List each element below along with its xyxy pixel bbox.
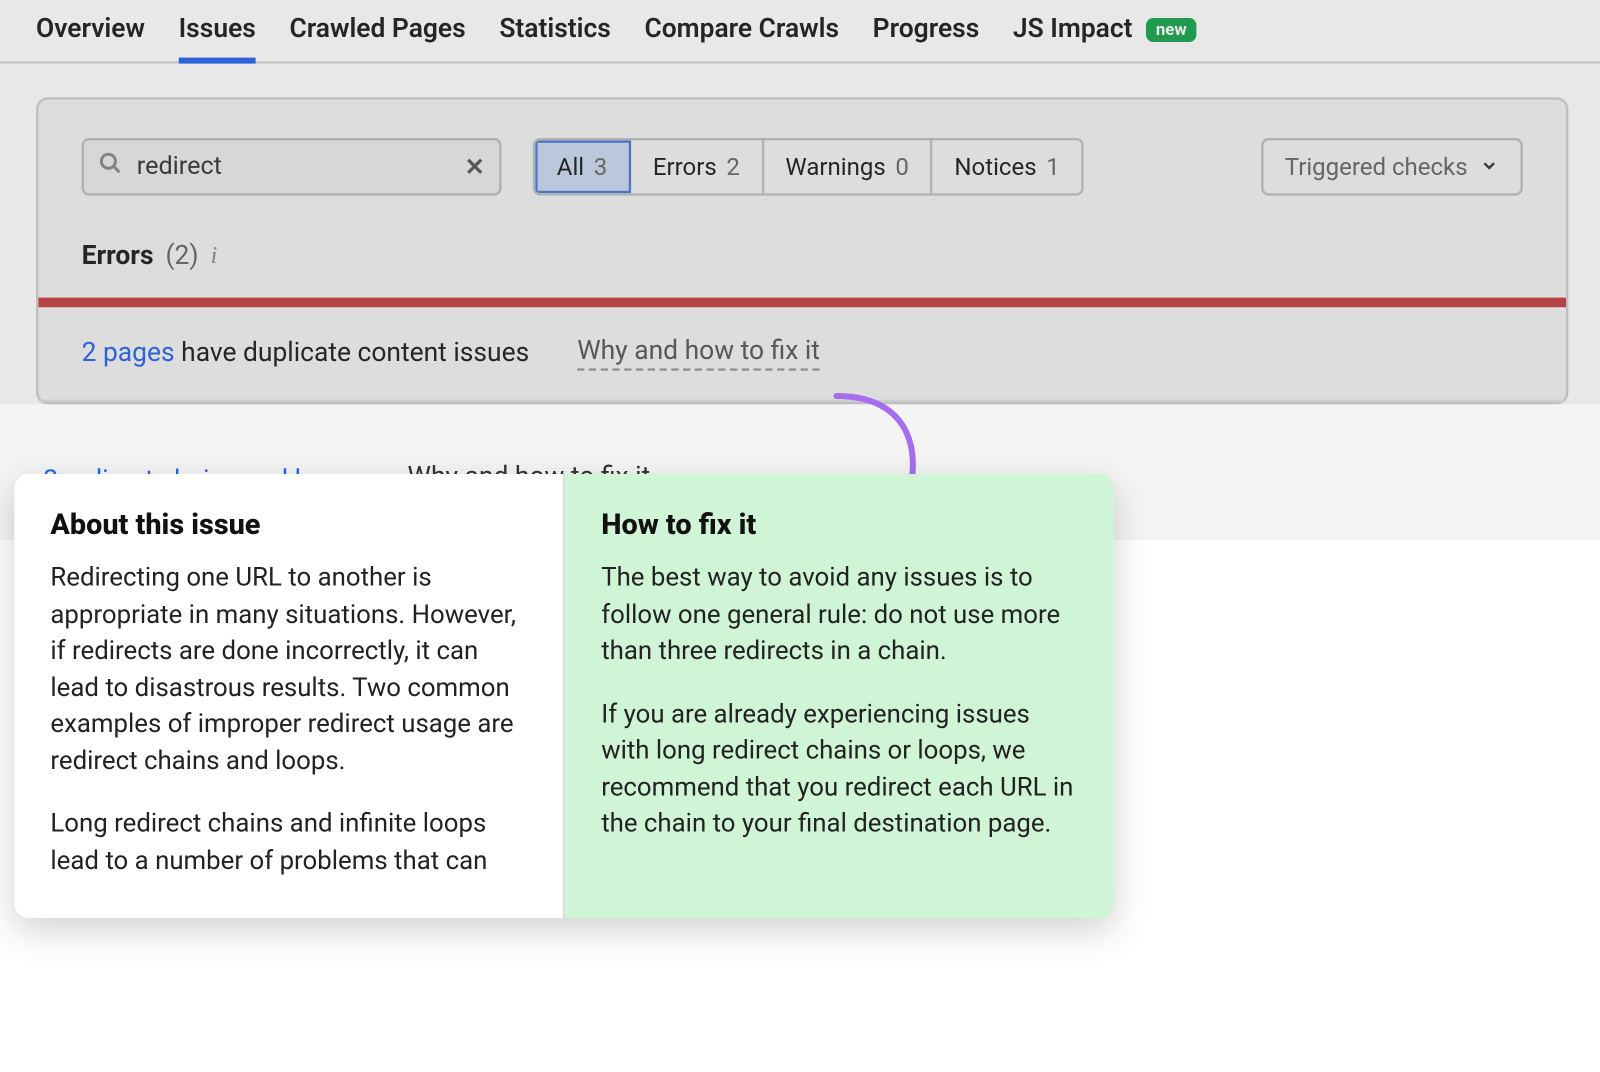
main-tabs: Overview Issues Crawled Pages Statistics… [0, 0, 1600, 64]
issue-row-duplicate-content: 2 pages have duplicate content issues Wh… [38, 307, 1566, 402]
chevron-down-icon [1480, 152, 1499, 181]
issue-help-popup: About this issue Redirecting one URL to … [14, 474, 1113, 918]
tab-progress[interactable]: Progress [873, 14, 980, 61]
popup-about-column: About this issue Redirecting one URL to … [14, 474, 565, 918]
clear-search-icon[interactable]: ✕ [465, 152, 485, 181]
tab-js-impact[interactable]: JS Impact new [1013, 14, 1196, 61]
triggered-checks-label: Triggered checks [1285, 152, 1468, 181]
filter-errors[interactable]: Errors 2 [631, 140, 764, 193]
filter-notices[interactable]: Notices 1 [933, 140, 1081, 193]
filter-warnings[interactable]: Warnings 0 [764, 140, 933, 193]
filter-warnings-label: Warnings [785, 152, 885, 181]
filter-notices-label: Notices [954, 152, 1036, 181]
errors-title: Errors [82, 241, 154, 271]
search-value: redirect [137, 152, 465, 181]
tab-compare-crawls[interactable]: Compare Crawls [644, 14, 839, 61]
filter-errors-count: 2 [726, 152, 740, 181]
errors-severity-bar [38, 298, 1566, 308]
search-input[interactable]: redirect ✕ [82, 138, 502, 196]
errors-count: (2) [166, 241, 199, 271]
new-badge: new [1146, 18, 1196, 42]
issue-text-duplicate: have duplicate content issues [175, 338, 530, 368]
popup-fix-title: How to fix it [601, 508, 1077, 542]
popup-fix-body1: The best way to avoid any issues is to f… [601, 560, 1077, 670]
filter-warnings-count: 0 [895, 152, 909, 181]
issue-link-pages[interactable]: 2 pages [82, 338, 175, 368]
filter-all-label: All [557, 152, 584, 181]
popup-fix-body2: If you are already experiencing issues w… [601, 697, 1077, 843]
filter-notices-count: 1 [1046, 152, 1060, 181]
issues-panel: redirect ✕ All 3 Errors 2 Warnings 0 [36, 97, 1568, 404]
tab-overview[interactable]: Overview [36, 14, 145, 61]
info-icon[interactable]: i [211, 242, 218, 270]
tab-statistics[interactable]: Statistics [499, 14, 611, 61]
fix-link-duplicate[interactable]: Why and how to fix it [577, 336, 820, 371]
search-icon [98, 151, 122, 182]
popup-about-body1: Redirecting one URL to another is approp… [50, 560, 526, 780]
tab-crawled-pages[interactable]: Crawled Pages [289, 14, 465, 61]
popup-fix-column: How to fix it The best way to avoid any … [565, 474, 1113, 918]
popup-about-body2: Long redirect chains and infinite loops … [50, 807, 526, 880]
filter-all-count: 3 [594, 152, 608, 181]
filter-group: All 3 Errors 2 Warnings 0 Notices 1 [533, 138, 1084, 196]
filter-errors-label: Errors [653, 152, 717, 181]
filter-all[interactable]: All 3 [535, 140, 631, 193]
tab-js-impact-label: JS Impact [1013, 14, 1133, 44]
tab-issues[interactable]: Issues [179, 14, 256, 61]
triggered-checks-button[interactable]: Triggered checks [1261, 138, 1523, 196]
popup-about-title: About this issue [50, 508, 526, 542]
errors-section-header: Errors (2) i [38, 220, 1566, 298]
